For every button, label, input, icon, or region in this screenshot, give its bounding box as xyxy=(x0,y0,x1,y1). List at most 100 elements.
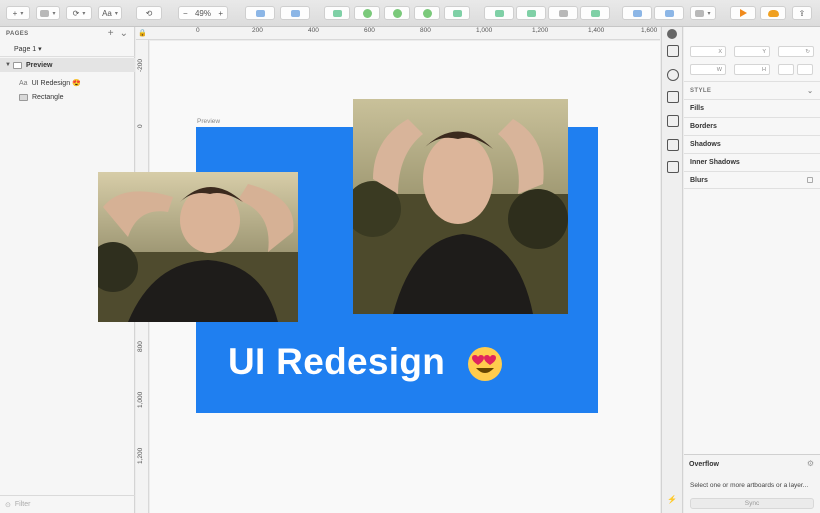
intersect-button[interactable] xyxy=(548,6,578,20)
artboard-icon xyxy=(13,61,22,69)
add-image-icon[interactable] xyxy=(667,161,679,173)
headline-text[interactable]: UI Redesign xyxy=(228,341,445,383)
artboard-title[interactable]: Preview xyxy=(197,118,220,125)
mask-icon xyxy=(452,9,462,17)
transform-button[interactable] xyxy=(354,6,380,20)
horizontal-ruler[interactable]: 0 200 400 600 800 1,000 1,200 1,400 1,60… xyxy=(136,27,660,40)
gear-icon[interactable]: ⚙ xyxy=(807,459,814,468)
rotation-field[interactable]: ↻ xyxy=(778,46,814,57)
zoom-out-button[interactable]: − xyxy=(183,9,188,18)
overflow-title: Overflow xyxy=(689,461,719,468)
view-icon xyxy=(695,9,705,17)
intersect-icon xyxy=(558,9,568,17)
backward-icon xyxy=(664,9,674,17)
backward-button[interactable] xyxy=(654,6,684,20)
refresh-icon: ⟳ xyxy=(72,8,80,18)
toolbar: + ▾ ▾ ⟳ ▾ Aa ▾ ⟲ − 49% + ▾ ⇪ xyxy=(0,0,820,27)
flip-horizontal-button[interactable] xyxy=(778,64,794,75)
lock-icon[interactable]: 🔒 xyxy=(138,29,147,37)
lightning-icon[interactable]: ⚡ xyxy=(667,495,679,507)
rotate-button[interactable] xyxy=(384,6,410,20)
symbol-icon xyxy=(40,9,50,17)
grid-icon[interactable] xyxy=(667,115,679,127)
upload-icon[interactable] xyxy=(667,45,679,57)
union-icon xyxy=(494,9,504,17)
rotate-icon xyxy=(392,8,402,18)
sync-button[interactable]: Sync xyxy=(690,498,814,509)
mask-button[interactable] xyxy=(444,6,470,20)
text-style-button[interactable]: Aa ▾ xyxy=(98,6,122,20)
pages-header: PAGES xyxy=(6,31,29,37)
filter-icon: ⊙ xyxy=(5,501,11,509)
symbol-button[interactable]: ▾ xyxy=(36,6,60,20)
overflow-panel: Overflow ⚙ Select one or more artboards … xyxy=(684,454,820,513)
settings-hex-icon[interactable] xyxy=(667,69,679,81)
subtract-button[interactable] xyxy=(516,6,546,20)
forward-button[interactable] xyxy=(622,6,652,20)
sync-symbol-button[interactable]: ⟲ xyxy=(136,6,162,20)
height-field[interactable]: H xyxy=(734,64,770,75)
cloud-button[interactable] xyxy=(760,6,786,20)
difference-icon xyxy=(590,9,600,17)
x-field[interactable]: X xyxy=(690,46,726,57)
export-button[interactable]: ⇪ xyxy=(792,6,812,20)
difference-button[interactable] xyxy=(580,6,610,20)
transform-icon xyxy=(362,8,372,18)
add-page-icon[interactable]: + xyxy=(108,28,114,39)
borders-section[interactable]: Borders xyxy=(684,117,820,135)
color-picker-icon[interactable] xyxy=(667,29,677,39)
inspector-tab-strip: ⚡ xyxy=(661,27,683,513)
overflow-message: Select one or more artboards or a layer.… xyxy=(690,482,809,489)
shadows-section[interactable]: Shadows xyxy=(684,135,820,153)
flatten-button[interactable]: ⟳ ▾ xyxy=(66,6,92,20)
ungroup-icon xyxy=(290,9,300,17)
play-icon xyxy=(739,9,747,17)
blurs-section[interactable]: Blurs xyxy=(684,171,820,189)
flatten-shape-button[interactable] xyxy=(414,6,440,20)
y-field[interactable]: Y xyxy=(734,46,770,57)
heart-eyes-emoji-icon xyxy=(468,347,502,381)
group-button[interactable] xyxy=(245,6,275,20)
inner-shadows-section[interactable]: Inner Shadows xyxy=(684,153,820,171)
view-button[interactable]: ▾ xyxy=(690,6,716,20)
image-edit-icon[interactable] xyxy=(667,139,679,151)
divider xyxy=(0,56,135,57)
layer-preview[interactable]: ▼ Preview xyxy=(0,58,135,72)
rectangle-icon xyxy=(19,93,28,101)
forward-icon xyxy=(632,9,642,17)
subtract-icon xyxy=(526,9,536,17)
text-layer-icon: Aa xyxy=(19,79,28,87)
zoom-in-button[interactable]: + xyxy=(218,9,223,18)
zoom-value: 49% xyxy=(194,8,211,18)
edit-button[interactable] xyxy=(324,6,350,20)
share-icon: ⇪ xyxy=(798,8,806,18)
width-field[interactable]: W xyxy=(690,64,726,75)
page-selector[interactable]: Page 1 ▾ xyxy=(14,45,42,53)
layer-ui-redesign[interactable]: Aa UI Redesign 😍 xyxy=(0,76,135,90)
preview-button[interactable] xyxy=(730,6,756,20)
group-icon xyxy=(255,9,265,17)
photo-left[interactable] xyxy=(98,172,298,322)
cloud-icon xyxy=(767,9,779,17)
chevron-down-icon[interactable]: ⌄ xyxy=(120,28,128,39)
fills-section[interactable]: Fills xyxy=(684,99,820,117)
layer-rectangle[interactable]: Rectangle xyxy=(0,90,135,104)
person-photo-image xyxy=(98,172,298,322)
edit-icon xyxy=(332,9,342,17)
list-icon[interactable] xyxy=(667,91,679,103)
chevron-down-icon[interactable]: ⌄ xyxy=(807,87,813,95)
disclosure-triangle-icon[interactable]: ▼ xyxy=(5,62,13,68)
flip-vertical-button[interactable] xyxy=(797,64,813,75)
union-button[interactable] xyxy=(484,6,514,20)
ungroup-button[interactable] xyxy=(280,6,310,20)
sync-icon: ⟲ xyxy=(145,8,153,18)
photo-right[interactable] xyxy=(353,99,568,314)
flatten-icon xyxy=(422,8,432,18)
style-header[interactable]: STYLE ⌄ xyxy=(684,81,820,99)
inspector-panel: X Y ↻ W H STYLE ⌄ Fills Borders Shadows … xyxy=(684,27,820,513)
zoom-control[interactable]: − 49% + xyxy=(178,6,228,20)
filter-field[interactable]: ⊙ Filter xyxy=(0,495,135,513)
person-photo-image xyxy=(353,99,568,314)
blur-checkbox[interactable] xyxy=(807,177,813,183)
insert-button[interactable]: + ▾ xyxy=(6,6,30,20)
